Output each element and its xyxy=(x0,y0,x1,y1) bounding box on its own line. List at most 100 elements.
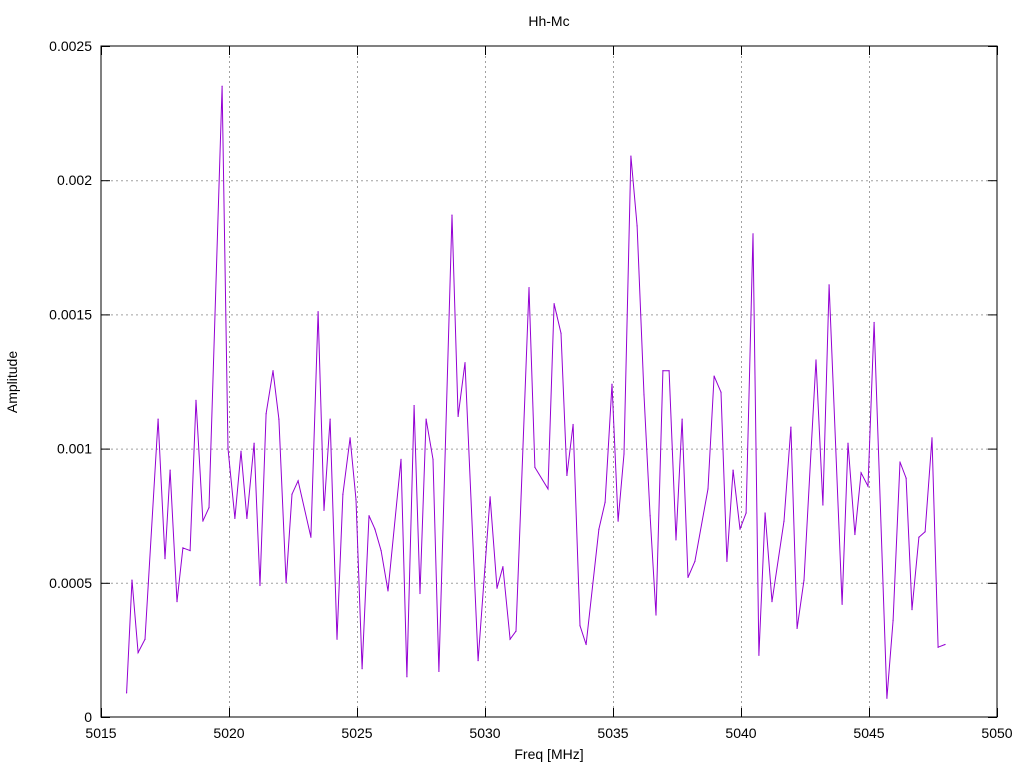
data-point xyxy=(796,627,798,630)
data-point xyxy=(937,646,939,648)
grid xyxy=(101,46,997,717)
data-point xyxy=(873,321,875,324)
data-point xyxy=(739,528,741,530)
data-point xyxy=(253,442,255,444)
y-axis-label: Amplitude xyxy=(4,351,20,413)
data-point xyxy=(694,560,696,562)
data-point xyxy=(425,418,427,420)
data-point xyxy=(745,512,747,514)
data-point xyxy=(854,533,856,536)
data-point xyxy=(585,643,587,646)
data-point xyxy=(758,654,760,656)
data-point xyxy=(931,437,933,439)
data-point xyxy=(860,472,862,474)
series-line xyxy=(126,86,946,699)
data-point xyxy=(944,643,946,646)
data-point xyxy=(598,528,600,530)
data-point xyxy=(234,517,236,519)
x-tick-labels: 5015 5020 5025 5030 5035 5040 5045 5050 xyxy=(85,725,1012,741)
data-point xyxy=(361,668,363,670)
data-point xyxy=(623,453,625,455)
data-point xyxy=(477,660,479,662)
data-point xyxy=(182,547,184,549)
data-point xyxy=(662,370,664,372)
data-point xyxy=(317,311,319,313)
data-point xyxy=(489,496,491,498)
data-point xyxy=(349,437,351,439)
data-point xyxy=(278,418,280,420)
y-tick-label: 0.0025 xyxy=(49,38,92,54)
data-point xyxy=(509,638,511,640)
data-point xyxy=(579,625,581,627)
chart-title: Hh-Mc xyxy=(528,13,569,29)
data-point xyxy=(451,214,453,216)
chart: 5015 5020 5025 5030 5035 5040 5045 5050 0 0.0005… xyxy=(4,13,1013,762)
data-point xyxy=(924,531,926,533)
y-tick-label: 0 xyxy=(84,709,92,725)
data-point xyxy=(560,332,562,334)
data-point xyxy=(867,485,869,487)
data-point xyxy=(126,692,128,694)
data-point xyxy=(713,375,715,377)
data-point xyxy=(406,676,408,678)
data-point xyxy=(259,584,261,587)
data-point xyxy=(329,418,331,420)
x-tick-label: 5020 xyxy=(213,725,244,741)
y-tick-label: 0.002 xyxy=(57,172,92,188)
data-point xyxy=(841,603,843,605)
data-point xyxy=(643,394,645,396)
data-point xyxy=(764,512,766,514)
data-point xyxy=(655,614,657,616)
data-point xyxy=(732,469,734,471)
data-point xyxy=(847,442,849,444)
data-point xyxy=(726,560,728,562)
data-point xyxy=(240,450,242,452)
data-point xyxy=(687,576,689,579)
ticks xyxy=(101,46,998,718)
data-point xyxy=(604,501,606,503)
data-point xyxy=(368,515,370,517)
data-point xyxy=(803,579,805,581)
data-point xyxy=(202,520,204,522)
data-point xyxy=(464,362,466,364)
data-point xyxy=(886,697,888,699)
data-point xyxy=(336,638,338,640)
data-point xyxy=(195,399,197,401)
data-point xyxy=(164,558,166,560)
data-point xyxy=(783,520,785,522)
data-point xyxy=(905,477,907,479)
data-point xyxy=(899,461,901,463)
x-tick-label: 5025 xyxy=(341,725,372,741)
data-point xyxy=(911,609,913,611)
y-tick-label: 0.0015 xyxy=(49,306,92,322)
y-tick-labels: 0 0.0005 0.001 0.0015 0.002 0.0025 xyxy=(49,38,92,725)
data-point xyxy=(752,233,754,235)
data-point xyxy=(815,359,817,361)
data-point xyxy=(617,520,619,522)
data-point xyxy=(438,670,440,672)
data-point xyxy=(400,458,402,460)
data-point xyxy=(419,592,421,595)
x-tick-label: 5015 xyxy=(85,725,116,741)
data-point xyxy=(649,515,651,517)
data-point xyxy=(771,600,773,603)
data-point xyxy=(189,549,191,552)
data-point xyxy=(157,418,159,420)
data-point xyxy=(291,493,293,495)
data-point xyxy=(668,370,670,372)
data-points xyxy=(126,85,946,699)
data-point xyxy=(528,286,530,289)
data-point xyxy=(790,426,792,428)
plot-border xyxy=(100,45,998,718)
data-point xyxy=(720,391,722,393)
data-point xyxy=(572,423,574,426)
data-point xyxy=(323,509,325,511)
y-tick-label: 0.0005 xyxy=(49,575,92,591)
data-point xyxy=(630,155,632,157)
x-tick-label: 5030 xyxy=(469,725,500,741)
data-point xyxy=(246,517,248,519)
data-point xyxy=(892,619,894,621)
data-point xyxy=(675,539,677,541)
x-tick-label: 5050 xyxy=(981,725,1012,741)
y-tick-label: 0.001 xyxy=(57,441,92,457)
